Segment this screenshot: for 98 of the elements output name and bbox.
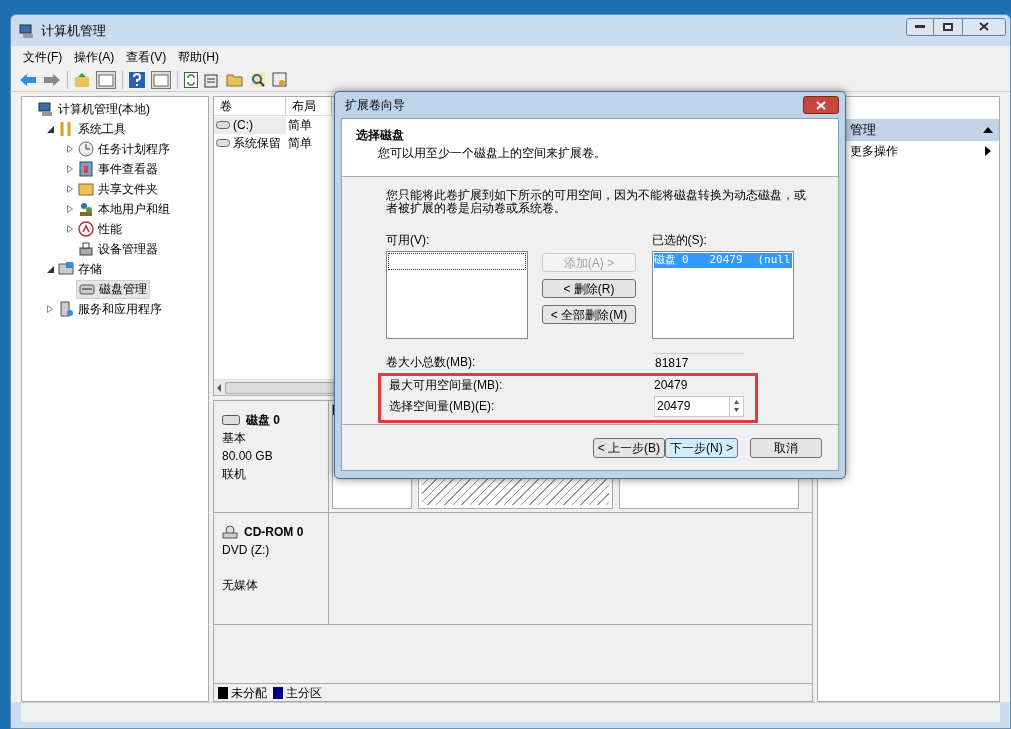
dialog-title: 扩展卷向导 — [345, 97, 405, 114]
field-label: 选择空间量(MB)(E): — [389, 398, 496, 415]
gauge-icon — [78, 221, 94, 237]
help-icon[interactable] — [129, 71, 145, 88]
disk-drive-icon — [222, 415, 240, 425]
legend-label: 未分配 — [231, 684, 267, 702]
tree-item[interactable]: 计算机管理(本地) — [36, 99, 152, 119]
description-text: 您只能将此卷扩展到如下所示的可用空间，因为不能将磁盘转换为动态磁盘，或者被扩展的卷是启动卷或系统卷。 — [386, 189, 807, 215]
disk-drive-icon — [79, 281, 95, 297]
wizard-heading: 选择磁盘 — [356, 127, 405, 144]
close-button[interactable] — [962, 17, 1006, 36]
collapse-icon[interactable] — [46, 265, 54, 273]
menu-item[interactable]: 帮助(H) — [174, 48, 223, 66]
table-cell[interactable]: 简单 — [286, 134, 332, 152]
expand-icon[interactable] — [67, 165, 73, 173]
maximize-button[interactable] — [934, 17, 962, 36]
close-icon — [816, 100, 826, 110]
disk-detail: DVD (Z:) — [222, 542, 271, 559]
drive-icon — [216, 139, 230, 147]
expand-icon[interactable] — [67, 225, 73, 233]
properties-icon[interactable] — [204, 71, 220, 88]
tree-item[interactable]: 本地用户和组 — [76, 199, 172, 219]
maximize-icon — [943, 22, 953, 31]
menu-item[interactable]: 操作(A) — [70, 48, 119, 66]
available-label: 可用(V): — [386, 232, 431, 249]
window-title: 计算机管理 — [41, 21, 106, 40]
column-header[interactable]: 布局 — [286, 97, 332, 115]
server-icon — [58, 301, 74, 317]
tree-item[interactable]: 设备管理器 — [76, 239, 160, 259]
pane-toggle-icon[interactable] — [151, 70, 171, 89]
tree-item[interactable]: 共享文件夹 — [76, 179, 160, 199]
action-link[interactable]: 更多操作 — [818, 141, 999, 161]
wizard-button[interactable]: < 上一步(B) — [592, 437, 665, 458]
computer-icon — [19, 22, 35, 39]
left-arrow-icon[interactable] — [217, 383, 222, 392]
back-arrow-icon[interactable] — [19, 72, 37, 87]
tree-item[interactable]: 任务计划程序 — [76, 139, 172, 159]
wizard-button[interactable]: 下一步(N) > — [665, 437, 738, 458]
expand-icon[interactable] — [67, 205, 73, 213]
wizard-subheading: 您可以用至少一个磁盘上的空间来扩展卷。 — [377, 145, 607, 162]
submenu-arrow-icon — [985, 146, 991, 156]
table-cell[interactable]: (C:) — [214, 116, 286, 134]
disk-name: CD-ROM 0 — [244, 524, 304, 541]
optical-drive-icon — [222, 525, 238, 539]
folder-up-icon[interactable] — [74, 71, 90, 88]
tools-icon — [58, 121, 74, 137]
folder-icon — [78, 181, 94, 197]
tree-item[interactable]: 性能 — [76, 219, 124, 239]
table-cell[interactable]: 系统保留 — [214, 134, 286, 152]
move-button[interactable]: < 删除(R) — [542, 279, 636, 298]
pane-toggle-icon[interactable] — [96, 70, 116, 89]
field-value: 20479 — [654, 377, 688, 394]
move-button[interactable]: < 全部删除(M) — [542, 305, 636, 324]
expand-icon[interactable] — [47, 305, 53, 313]
forward-arrow-icon[interactable] — [43, 72, 61, 87]
menu-item[interactable]: 文件(F) — [19, 48, 67, 66]
tree-item[interactable]: 存储 — [56, 259, 104, 279]
field-value: 81817 — [654, 352, 744, 372]
folder-icon[interactable] — [226, 72, 244, 87]
expand-icon[interactable] — [67, 185, 73, 193]
collapse-icon[interactable] — [46, 125, 54, 133]
field-label: 卷大小总数(MB): — [386, 354, 477, 371]
disk-detail: 联机 — [222, 466, 247, 483]
field-label: 最大可用空间量(MB): — [389, 377, 504, 394]
disk-name: 磁盘 0 — [246, 412, 280, 429]
tree-item[interactable]: 磁盘管理 — [76, 279, 150, 299]
collapse-icon[interactable] — [983, 127, 993, 133]
selected-label: 已选的(S): — [651, 232, 708, 249]
move-button: 添加(A) > — [542, 253, 636, 272]
close-button[interactable] — [803, 96, 839, 114]
column-header[interactable]: 卷 — [214, 97, 286, 115]
expand-icon[interactable] — [67, 145, 73, 153]
available-list[interactable] — [386, 251, 529, 339]
disk-detail: 基本 — [222, 430, 247, 447]
tree-item[interactable]: 事件查看器 — [76, 159, 160, 179]
computer-icon — [38, 101, 54, 117]
refresh-icon[interactable] — [184, 71, 198, 88]
storage-icon — [58, 261, 74, 277]
printer-icon — [78, 241, 94, 257]
magnifier-icon[interactable] — [250, 71, 266, 88]
minimize-icon — [915, 24, 925, 29]
clock-icon — [78, 141, 94, 157]
users-icon — [78, 201, 94, 217]
legend-label: 主分区 — [286, 684, 322, 702]
disk-detail: 无媒体 — [222, 577, 259, 594]
menu-item[interactable]: 查看(V) — [122, 48, 171, 66]
minimize-button[interactable] — [906, 17, 934, 36]
section-title: 管理 — [850, 121, 876, 140]
settings-icon[interactable] — [272, 71, 288, 88]
log-icon — [78, 161, 94, 177]
close-icon — [979, 22, 989, 31]
table-cell[interactable]: 简单 — [286, 116, 332, 134]
size-spinbox[interactable]: 20479 — [654, 395, 744, 417]
disk-detail: 80.00 GB — [222, 448, 274, 465]
wizard-button[interactable]: 取消 — [750, 437, 822, 458]
drive-icon — [216, 121, 230, 129]
tree-item[interactable]: 系统工具 — [56, 119, 128, 139]
tree-item[interactable]: 服务和应用程序 — [56, 299, 164, 319]
